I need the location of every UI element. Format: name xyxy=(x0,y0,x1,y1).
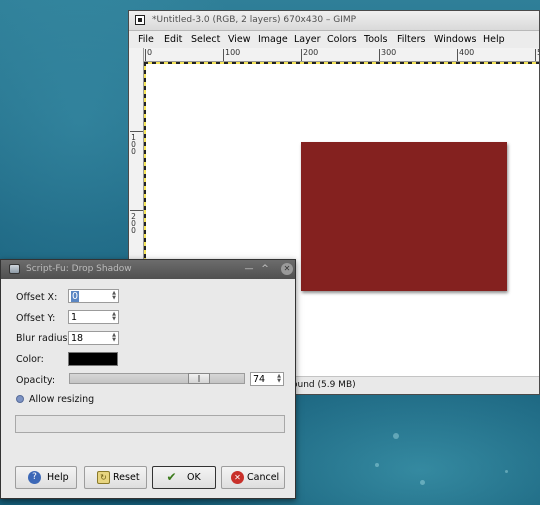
menu-colors[interactable]: Colors xyxy=(327,34,357,45)
menu-windows[interactable]: Windows xyxy=(434,34,476,45)
menu-view[interactable]: View xyxy=(228,34,251,45)
menu-image[interactable]: Image xyxy=(258,34,288,45)
ruler-label: 0 xyxy=(147,48,153,57)
spin-arrows-icon[interactable]: ▲ ▼ xyxy=(111,333,117,343)
drop-shadow-dialog: Script-Fu: Drop Shadow — ^ ✕ Offset X: 0… xyxy=(0,259,296,499)
cancel-button-label: Cancel xyxy=(247,472,280,483)
checkmark-icon: ✔ xyxy=(166,470,177,484)
window-title: *Untitled-3.0 (RGB, 2 layers) 670x430 – … xyxy=(152,15,357,25)
menu-layer[interactable]: Layer xyxy=(294,34,321,45)
reset-button-label: Reset xyxy=(113,472,140,483)
layer-boundary xyxy=(144,62,539,64)
close-icon[interactable]: ✕ xyxy=(281,263,293,275)
ruler-tick xyxy=(457,49,458,61)
opacity-spinner[interactable]: 74 ▲ ▼ xyxy=(250,372,284,386)
offset-y-value: 1 xyxy=(71,312,78,323)
offset-y-spinner[interactable]: 1 ▲ ▼ xyxy=(68,310,119,324)
blur-radius-label: Blur radius: xyxy=(16,333,71,344)
desktop-bokeh xyxy=(393,433,399,439)
ruler-tick xyxy=(130,210,143,211)
opacity-slider-handle[interactable] xyxy=(187,373,210,384)
ruler-tick xyxy=(130,131,143,132)
ok-button[interactable]: ✔ OK xyxy=(152,466,216,489)
offset-x-spinner[interactable]: 0 ▲ ▼ xyxy=(68,289,119,303)
gimp-window-icon xyxy=(135,15,145,25)
cancel-icon: ✕ xyxy=(231,471,244,484)
desktop-bokeh xyxy=(505,470,508,473)
opacity-value: 74 xyxy=(253,374,266,385)
ruler-label: 100 xyxy=(131,133,136,156)
spin-arrows-icon[interactable]: ▲ ▼ xyxy=(111,291,117,301)
offset-x-label: Offset X: xyxy=(16,292,58,303)
ruler-tick xyxy=(145,49,146,61)
window-titlebar[interactable]: *Untitled-3.0 (RGB, 2 layers) 670x430 – … xyxy=(129,11,539,31)
offset-x-value: 0 xyxy=(71,291,80,302)
offset-y-label: Offset Y: xyxy=(16,313,56,324)
ruler-label: 100 xyxy=(225,48,241,57)
ruler-label: 200 xyxy=(131,212,136,235)
ruler-tick xyxy=(223,49,224,61)
allow-resizing-label: Allow resizing xyxy=(29,394,95,405)
maximize-icon[interactable]: ^ xyxy=(259,263,271,275)
ruler-label: 500 xyxy=(537,48,539,57)
shadow-color-button[interactable] xyxy=(68,352,118,366)
menu-select[interactable]: Select xyxy=(191,34,220,45)
progress-bar xyxy=(15,415,285,433)
opacity-label: Opacity: xyxy=(16,375,56,386)
help-button-label: Help xyxy=(47,472,69,483)
blur-radius-value: 18 xyxy=(71,333,84,344)
dialog-titlebar[interactable]: Script-Fu: Drop Shadow — ^ ✕ xyxy=(1,260,295,279)
ruler-label: 200 xyxy=(303,48,319,57)
menu-tools[interactable]: Tools xyxy=(364,34,387,45)
ruler-label: 400 xyxy=(459,48,475,57)
cancel-button[interactable]: ✕ Cancel xyxy=(221,466,285,489)
allow-resizing-checkbox[interactable] xyxy=(16,395,24,403)
help-icon: ? xyxy=(28,471,41,484)
dialog-title: Script-Fu: Drop Shadow xyxy=(26,264,132,274)
desktop-bokeh xyxy=(375,463,379,467)
spin-arrows-icon[interactable]: ▲ ▼ xyxy=(111,312,117,322)
help-button[interactable]: ? Help xyxy=(15,466,77,489)
ruler-tick xyxy=(535,49,536,61)
script-fu-icon xyxy=(9,264,20,274)
spin-arrows-icon[interactable]: ▲ ▼ xyxy=(276,374,282,384)
menu-file[interactable]: File xyxy=(138,34,154,45)
reset-icon: ↻ xyxy=(97,471,110,484)
ruler-label: 300 xyxy=(381,48,397,57)
menu-edit[interactable]: Edit xyxy=(164,34,182,45)
opacity-slider[interactable] xyxy=(69,373,245,384)
menubar: File Edit Select View Image Layer Colors… xyxy=(129,31,539,48)
ok-button-label: OK xyxy=(187,472,201,483)
desktop-bokeh xyxy=(420,480,425,485)
minimize-icon[interactable]: — xyxy=(243,263,255,275)
menu-help[interactable]: Help xyxy=(483,34,505,45)
menu-filters[interactable]: Filters xyxy=(397,34,425,45)
horizontal-ruler[interactable]: 0 100 200 300 400 500 xyxy=(144,48,539,62)
ruler-tick xyxy=(301,49,302,61)
reset-button[interactable]: ↻ Reset xyxy=(84,466,147,489)
status-text: ound (5.9 MB) xyxy=(292,380,356,390)
color-label: Color: xyxy=(16,354,44,365)
ruler-tick xyxy=(379,49,380,61)
red-rectangle-layer xyxy=(301,142,507,291)
blur-radius-spinner[interactable]: 18 ▲ ▼ xyxy=(68,331,119,345)
